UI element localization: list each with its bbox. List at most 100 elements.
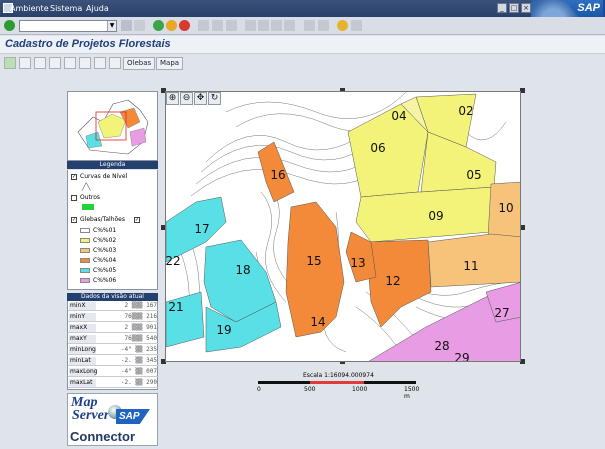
refresh-icon[interactable]: ↻ — [208, 92, 221, 105]
scale-bar-graphic — [258, 381, 416, 384]
overview-map[interactable] — [67, 91, 158, 161]
shortcut-icon[interactable] — [318, 20, 329, 31]
map-canvas[interactable]: 04 02 06 05 09 10 11 12 13 14 15 16 17 1… — [165, 91, 521, 362]
menu-ambiente[interactable]: Ambiente — [10, 4, 49, 13]
table-row: maxLat -2. ▒▒ 290 — [68, 379, 159, 388]
system-toolbar: ▼ — [0, 17, 605, 35]
glebas-expand-checkbox[interactable]: ✓ — [133, 216, 140, 223]
legend-class-01: C%%01 — [80, 227, 116, 234]
enter-check-icon[interactable] — [4, 20, 15, 31]
view-data-header: Dados da visão atual — [67, 293, 158, 301]
plot-label-27: 27 — [494, 306, 509, 320]
menu-sistema[interactable]: Sistema — [50, 4, 82, 13]
outros-swatch — [82, 204, 94, 210]
mapserver-connector-logo: Map Server SAP Connector — [67, 393, 158, 446]
plot-label-09: 09 — [428, 209, 443, 223]
plot-label-17: 17 — [194, 222, 209, 236]
plot-label-11: 11 — [463, 259, 478, 273]
table-row: minY 76▒▒▒ 216 — [68, 313, 159, 322]
legend-class-02: C%%02 — [80, 237, 116, 244]
scale-tick: 0 — [257, 386, 261, 393]
plot-label-19: 19 — [216, 323, 231, 337]
find-icon[interactable] — [212, 20, 223, 31]
legend-curvas: ✓ Curvas de Nível — [71, 173, 128, 180]
help-icon[interactable] — [337, 20, 348, 31]
plot-label-16: 16 — [270, 168, 285, 182]
edit-pencil-icon[interactable] — [49, 57, 61, 69]
list-icon[interactable] — [109, 57, 121, 69]
curvas-checkbox[interactable]: ✓ — [71, 173, 77, 180]
page-title: Cadastro de Projetos Florestais — [5, 38, 171, 50]
back-icon[interactable] — [153, 20, 164, 31]
print-icon[interactable] — [198, 20, 209, 31]
check-icon[interactable] — [4, 57, 16, 69]
plot-label-13: 13 — [350, 256, 365, 270]
new-session-icon[interactable] — [304, 20, 315, 31]
legend-class-04: C%%04 — [80, 257, 116, 264]
table-row: maxLong -4° ▒▒ 007 — [68, 368, 159, 377]
olebas-button[interactable]: Olebas — [123, 57, 156, 70]
delete-icon[interactable] — [94, 57, 106, 69]
scale-label: Escala 1:16094.000974 — [303, 372, 374, 379]
scale-bar: Escala 1:16094.000974 0 500 1000 1500 m — [257, 372, 423, 400]
map-svg: 04 02 06 05 09 10 11 12 13 14 15 16 17 1… — [166, 92, 520, 362]
plot-label-14: 14 — [310, 315, 325, 329]
pan-icon[interactable]: ✥ — [194, 92, 207, 105]
contour-line-icon: ╱╲ — [82, 183, 91, 191]
find-next-icon[interactable] — [226, 20, 237, 31]
table-row: maxX 2 ▒▒▒ 901 — [68, 324, 159, 333]
plot-label-02: 02 — [458, 104, 473, 118]
legend-glebas: ✓ Glebas/Talhões ✓ — [71, 216, 140, 223]
new-document-icon[interactable] — [34, 57, 46, 69]
plot-label-22: 22 — [166, 254, 181, 268]
outros-checkbox[interactable] — [71, 194, 77, 201]
legend-class-05: C%%05 — [80, 267, 116, 274]
plot-label-12: 12 — [385, 274, 400, 288]
plot-label-21: 21 — [168, 300, 183, 314]
close-icon[interactable]: × — [521, 3, 531, 13]
cancel-icon[interactable] — [179, 20, 190, 31]
legend-class-03: C%%03 — [80, 247, 116, 254]
command-field[interactable]: ▼ — [19, 20, 117, 32]
back-arrow-icon[interactable] — [121, 20, 132, 31]
print-icon[interactable] — [64, 57, 76, 69]
map-tools: ⊕ ⊖ ✥ ↻ — [166, 92, 221, 105]
left-panel: Legenda ✓ Curvas de Nível ╱╲ Outros ✓ Gl… — [67, 91, 159, 446]
table-row: minLat -2. ▒▒ 345 — [68, 357, 159, 366]
plot-label-05: 05 — [466, 168, 481, 182]
legend: ✓ Curvas de Nível ╱╲ Outros ✓ Glebas/Tal… — [67, 170, 158, 290]
plot-label-28: 28 — [434, 339, 449, 353]
mapa-button[interactable]: Mapa — [156, 57, 184, 70]
display-icon[interactable] — [19, 57, 31, 69]
exit-icon[interactable] — [166, 20, 177, 31]
chevron-down-icon[interactable]: ▼ — [107, 21, 116, 31]
table-row: minLong -4° ▒▒ 235 — [68, 346, 159, 355]
previous-page-icon[interactable] — [258, 20, 269, 31]
scale-tick: 500 — [304, 386, 316, 393]
legend-outros: Outros — [71, 194, 100, 201]
glebas-checkbox[interactable]: ✓ — [71, 216, 77, 223]
minimize-icon[interactable]: _ — [497, 3, 507, 13]
zoom-out-icon[interactable]: ⊖ — [180, 92, 193, 105]
zoom-in-icon[interactable]: ⊕ — [166, 92, 179, 105]
plot-label-18: 18 — [235, 263, 250, 277]
title-bar: Cadastro de Projetos Florestais — [0, 36, 605, 54]
scale-tick: 1000 — [352, 386, 368, 393]
plot-label-29: 29 — [454, 351, 469, 362]
application-toolbar: Olebas Mapa — [0, 55, 605, 72]
menu-bar: Ambiente Sistema Ajuda _ □ × SAP — [0, 0, 605, 17]
next-page-icon[interactable] — [271, 20, 282, 31]
layout-icon[interactable] — [351, 20, 362, 31]
table-row: minX 2 ▒▒▒ 167 — [68, 302, 159, 311]
table-row: maxY 76▒▒▒ 540 — [68, 335, 159, 344]
maximize-icon[interactable]: □ — [509, 3, 519, 13]
first-page-icon[interactable] — [245, 20, 256, 31]
plot-label-15: 15 — [306, 254, 321, 268]
last-page-icon[interactable] — [284, 20, 295, 31]
filter-icon[interactable] — [79, 57, 91, 69]
menu-ajuda[interactable]: Ajuda — [86, 4, 109, 13]
scale-tick: 1500 m — [404, 386, 420, 400]
plot-label-06: 06 — [370, 141, 385, 155]
save-icon[interactable] — [134, 20, 145, 31]
legend-header: Legenda — [67, 161, 158, 169]
